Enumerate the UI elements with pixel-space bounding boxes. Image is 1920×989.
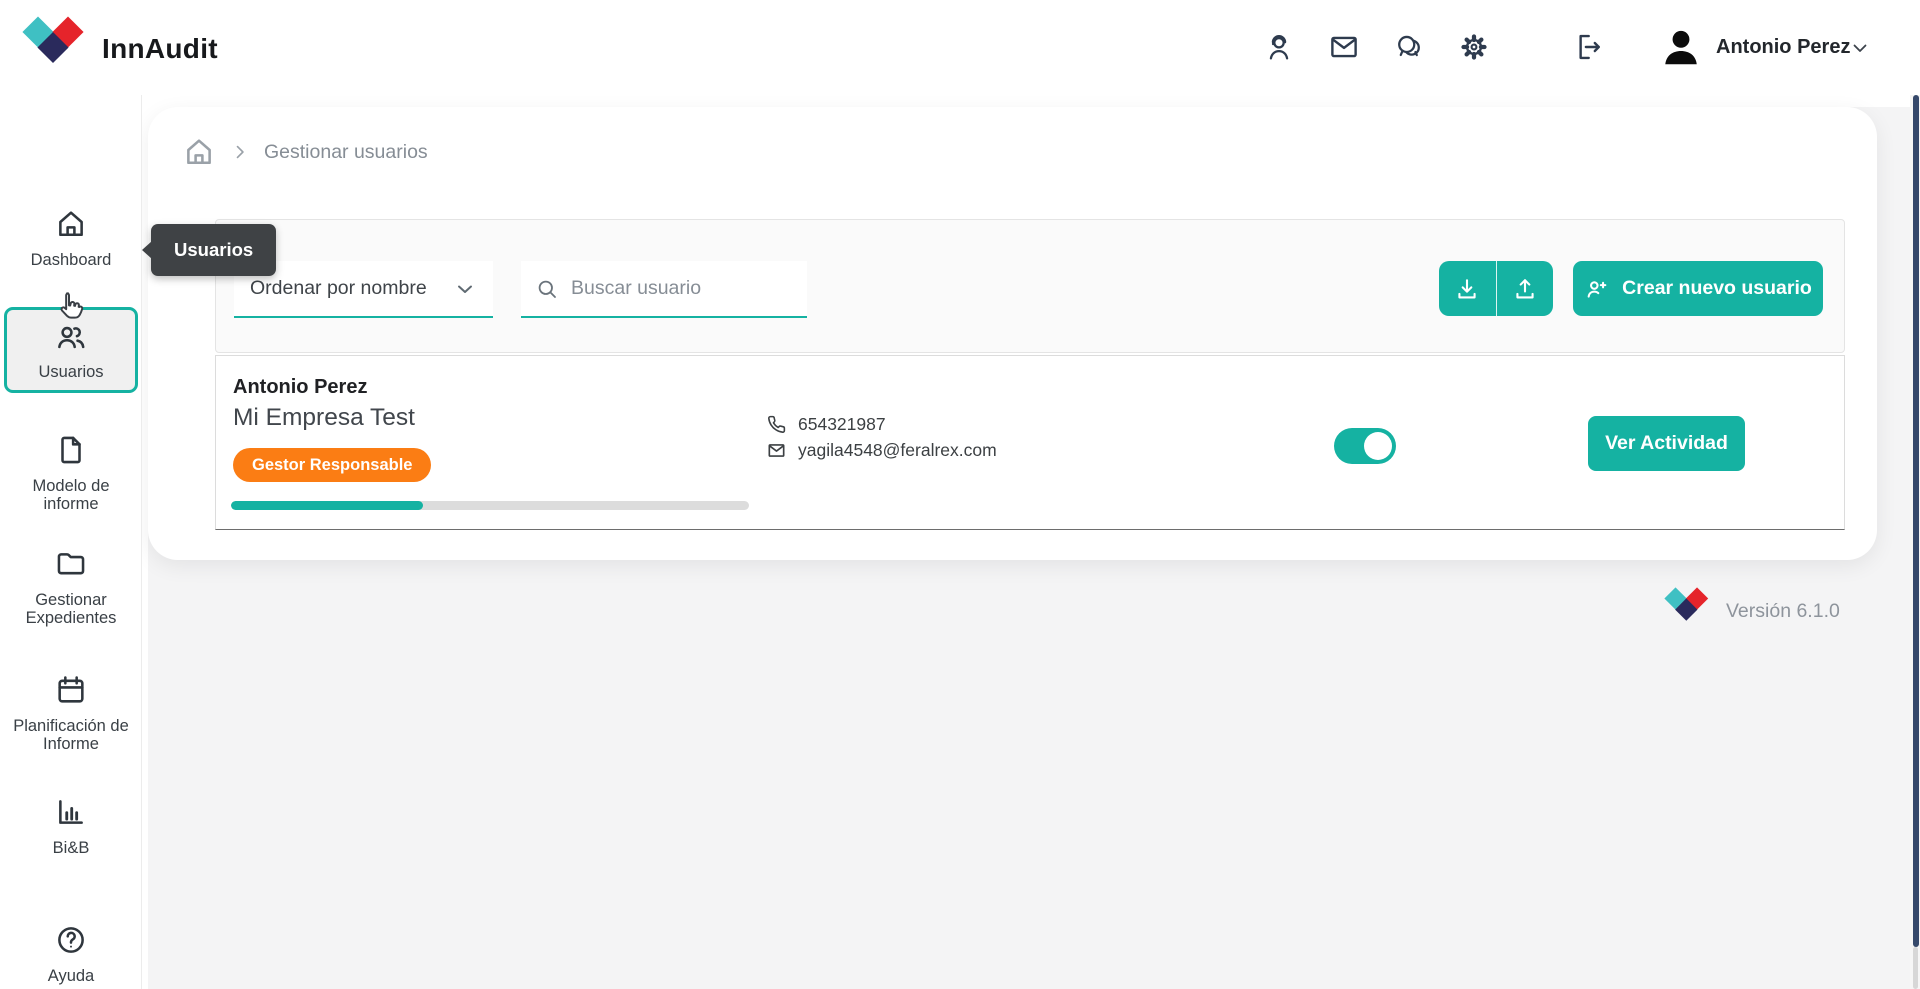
- sidebar-item-gestionar-expedientes[interactable]: Gestionar Expedientes: [0, 547, 142, 627]
- sidebar-item-modelo-de-informe[interactable]: Modelo de informe: [0, 433, 142, 513]
- logout-icon[interactable]: [1571, 30, 1605, 64]
- sidebar-item-label: Bi&B: [53, 839, 90, 857]
- sidebar-item-label: Modelo de informe: [10, 477, 132, 513]
- chevron-right-icon: [230, 142, 250, 162]
- logo-mark-icon: [22, 16, 86, 81]
- phone-icon: [766, 414, 787, 435]
- content-card: Gestionar usuarios Ordenar por nombre: [148, 107, 1877, 560]
- support-icon[interactable]: [1262, 30, 1296, 64]
- search-box: [521, 261, 807, 318]
- sidebar-item-label: Usuarios: [38, 363, 103, 381]
- user-email-row: yagila4548@feralrex.com: [766, 440, 997, 461]
- progress-fill: [231, 501, 423, 510]
- sidebar-item-label: Planificación de Informe: [10, 717, 132, 753]
- filter-bar: Ordenar por nombre: [215, 219, 1845, 353]
- sidebar-item-ayuda[interactable]: Ayuda: [0, 923, 142, 985]
- user-active-toggle[interactable]: [1334, 428, 1396, 464]
- user-phone-row: 654321987: [766, 414, 997, 435]
- user-company: Mi Empresa Test: [233, 404, 415, 432]
- download-icon: [1453, 275, 1481, 303]
- header-user-name[interactable]: Antonio Perez: [1716, 0, 1850, 95]
- scrollbar-thumb[interactable]: [1913, 95, 1919, 947]
- scrollbar-track: [1913, 947, 1918, 989]
- upload-button[interactable]: [1497, 261, 1554, 316]
- folder-icon: [54, 547, 88, 586]
- sidebar-item-label: Gestionar Expedientes: [10, 591, 132, 627]
- sidebar-item-label: Ayuda: [48, 967, 95, 985]
- create-user-label: Crear nuevo usuario: [1622, 277, 1812, 300]
- settings-icon[interactable]: [1457, 30, 1491, 64]
- sort-select-value: Ordenar por nombre: [250, 277, 453, 300]
- breadcrumb-home-icon[interactable]: [182, 135, 216, 169]
- app-name: InnAudit: [102, 33, 218, 65]
- chevron-down-icon: [453, 277, 477, 301]
- sidebar-item-dashboard[interactable]: Dashboard: [0, 207, 142, 269]
- search-input[interactable]: [571, 277, 793, 300]
- user-name: Antonio Perez: [233, 376, 367, 399]
- chevron-down-icon[interactable]: [1848, 36, 1872, 60]
- document-icon: [54, 433, 88, 472]
- breadcrumb: Gestionar usuarios: [182, 135, 428, 169]
- bar-chart-icon: [54, 795, 88, 834]
- toggle-knob: [1364, 432, 1392, 460]
- app-window: InnAudit: [0, 0, 1920, 989]
- upload-icon: [1511, 275, 1539, 303]
- mail-icon: [766, 440, 787, 461]
- user-email: yagila4548@feralrex.com: [798, 440, 997, 461]
- mail-icon[interactable]: [1327, 30, 1361, 64]
- logo-mark-icon: [1664, 587, 1710, 635]
- breadcrumb-current-page: Gestionar usuarios: [264, 141, 428, 164]
- help-icon: [54, 923, 88, 962]
- pointer-cursor-icon: [50, 287, 90, 327]
- calendar-icon: [54, 673, 88, 712]
- page-scrollbar[interactable]: [1910, 95, 1920, 989]
- header: InnAudit: [0, 0, 1920, 95]
- user-phone: 654321987: [798, 414, 886, 435]
- user-role-badge: Gestor Responsable: [233, 448, 431, 482]
- sidebar: Dashboard Usuarios Modelo de informe: [0, 95, 142, 989]
- import-export-buttons: [1439, 261, 1553, 316]
- version-footer: Versión 6.1.0: [1664, 587, 1840, 635]
- app-logo[interactable]: InnAudit: [22, 16, 218, 81]
- create-user-button[interactable]: Crear nuevo usuario: [1573, 261, 1823, 316]
- main-content: Gestionar usuarios Ordenar por nombre: [148, 107, 1910, 989]
- user-list: Antonio Perez Mi Empresa Test Gestor Res…: [215, 355, 1845, 530]
- user-contact: 654321987 yagila4548@feralrex.com: [766, 414, 997, 461]
- avatar[interactable]: [1658, 24, 1704, 70]
- search-icon: [535, 277, 559, 301]
- sidebar-tooltip: Usuarios: [151, 224, 276, 276]
- sidebar-item-bib[interactable]: Bi&B: [0, 795, 142, 857]
- user-progress-bar: [231, 501, 749, 510]
- user-plus-icon: [1584, 276, 1610, 302]
- home-icon: [54, 207, 88, 246]
- view-activity-button[interactable]: Ver Actividad: [1588, 416, 1745, 471]
- version-label: Versión 6.1.0: [1726, 600, 1840, 623]
- sidebar-item-label: Dashboard: [31, 251, 112, 269]
- chat-icon[interactable]: [1392, 30, 1426, 64]
- download-button[interactable]: [1439, 261, 1497, 316]
- sidebar-item-planificacion-de-informe[interactable]: Planificación de Informe: [0, 673, 142, 753]
